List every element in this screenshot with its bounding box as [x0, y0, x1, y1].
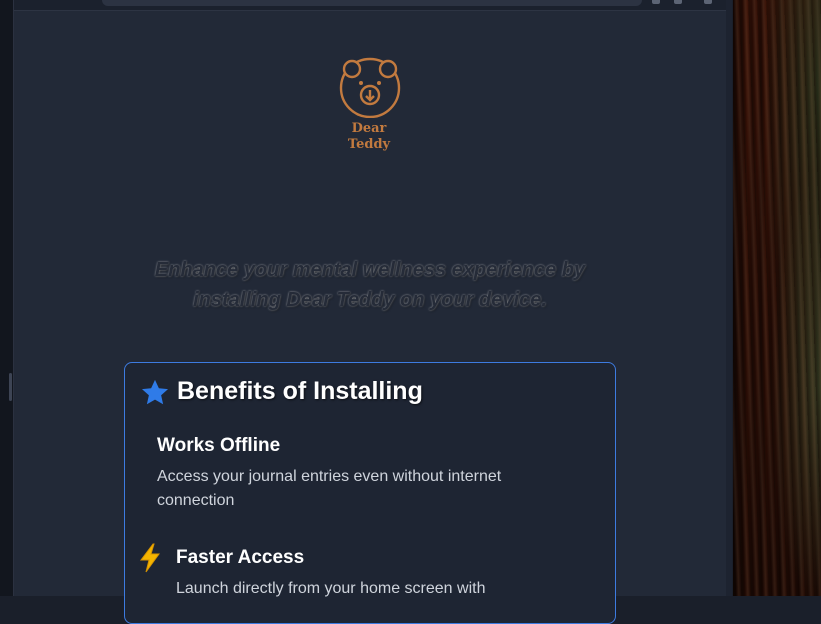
star-icon: [142, 379, 168, 405]
benefits-title: Benefits of Installing: [177, 377, 423, 405]
benefits-card: Benefits of Installing Works Offline Acc…: [124, 362, 616, 624]
toolbar-icon[interactable]: [652, 0, 660, 4]
benefit-title-offline: Works Offline: [157, 435, 281, 456]
benefit-title-faster: Faster Access: [176, 547, 305, 568]
install-tagline: Enhance your mental wellness experience …: [154, 259, 586, 311]
app-window: Dear Teddy Enhance your mental wellness …: [14, 0, 732, 624]
address-bar[interactable]: [102, 0, 642, 6]
toolbar-icon[interactable]: [674, 0, 682, 4]
left-panel-strip: [0, 0, 14, 596]
title-bar: [14, 0, 726, 11]
forest-bark-texture: [733, 0, 821, 596]
logo-line-2: Teddy: [347, 137, 391, 152]
benefit-desc-offline: Access your journal entries even without…: [157, 468, 502, 509]
bolt-icon: [140, 543, 160, 573]
benefit-desc-faster: Launch directly from your home screen wi…: [176, 580, 486, 597]
teddy-logo-icon: [339, 57, 401, 118]
toolbar-icon[interactable]: [704, 0, 712, 4]
logo-wordmark: Dear Teddy: [319, 121, 419, 153]
resize-handle[interactable]: [9, 373, 12, 401]
logo-line-1: Dear: [351, 121, 387, 136]
